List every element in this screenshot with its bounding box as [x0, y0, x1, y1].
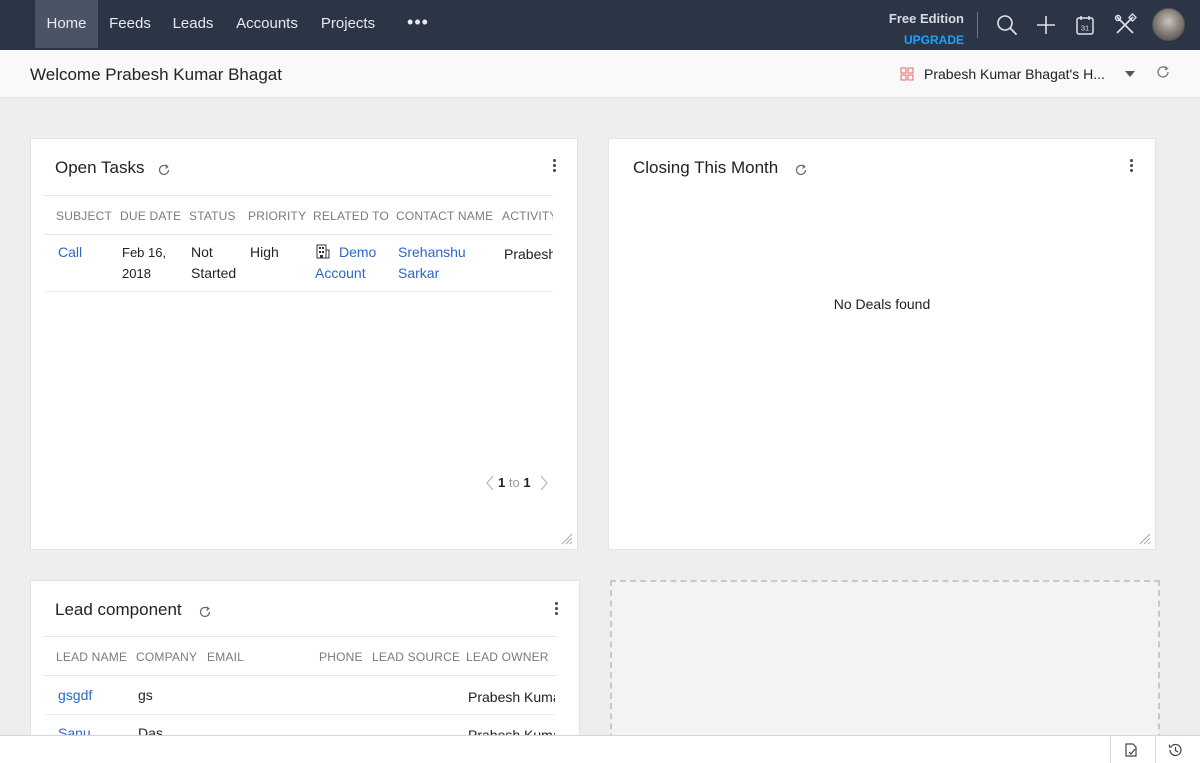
resize-handle-icon[interactable]	[561, 533, 573, 545]
user-avatar[interactable]	[1152, 8, 1185, 41]
chevron-down-icon[interactable]	[1125, 71, 1135, 77]
nav-divider	[977, 12, 978, 38]
card-title: Closing This Month	[633, 158, 779, 177]
dashboard-selector[interactable]: Prabesh Kumar Bhagat's H...	[924, 66, 1105, 82]
column-header[interactable]: ACTIVITY	[502, 209, 553, 223]
dashboard-grid-icon	[900, 67, 914, 81]
card-title: Open Tasks	[55, 158, 145, 177]
column-header[interactable]: EMAIL	[207, 650, 244, 664]
empty-state-message: No Deals found	[833, 296, 931, 312]
search-icon[interactable]	[995, 13, 1019, 37]
column-header[interactable]: DUE DATE	[120, 209, 181, 223]
welcome-bar: Welcome Prabesh Kumar Bhagat Prabesh Kum…	[0, 50, 1200, 98]
card-menu-icon[interactable]	[553, 159, 557, 175]
divider	[1155, 736, 1156, 763]
card-title: Lead component	[55, 600, 182, 619]
refresh-icon[interactable]	[157, 163, 171, 177]
task-status: Not	[191, 244, 213, 260]
closing-this-month-card: Closing This Month No Deals found	[608, 138, 1156, 550]
lead-name-link[interactable]: gsgdf	[58, 685, 92, 706]
column-header[interactable]: COMPANY	[136, 650, 197, 664]
column-header[interactable]: SUBJECT	[56, 209, 112, 223]
task-status: Started	[191, 265, 237, 281]
column-header[interactable]: RELATED TO	[313, 209, 389, 223]
column-header[interactable]: LEAD NAME	[56, 650, 127, 664]
task-due-date: Feb 16,	[122, 245, 167, 260]
column-header[interactable]: PHONE	[319, 650, 363, 664]
table-row: Call Feb 16, 2018 Not Started High Demo …	[45, 235, 553, 292]
contact-name-link[interactable]: Srehanshu	[398, 242, 466, 263]
task-due-date: 2018	[122, 266, 151, 281]
empty-component-slot[interactable]	[610, 580, 1160, 750]
column-header[interactable]: CONTACT NAME	[396, 209, 493, 223]
more-tabs-button[interactable]: •••	[404, 0, 432, 48]
page-to: 1	[523, 475, 531, 490]
history-icon[interactable]	[1167, 742, 1183, 758]
column-header[interactable]: LEAD OWNER	[466, 650, 549, 664]
edition-label: Free Edition	[888, 11, 964, 26]
column-header[interactable]: STATUS	[189, 209, 236, 223]
upgrade-link[interactable]: UPGRADE	[876, 33, 964, 47]
table-row: gsgdf gs Prabesh Kuma	[45, 677, 555, 715]
chevron-left-icon[interactable]	[485, 475, 495, 491]
table-header: LEAD NAME COMPANY EMAIL PHONE LEAD SOURC…	[45, 636, 555, 676]
column-header[interactable]: PRIORITY	[248, 209, 306, 223]
building-icon	[316, 244, 330, 259]
refresh-icon[interactable]	[1155, 64, 1171, 80]
calendar-icon[interactable]: 31	[1073, 13, 1097, 37]
column-header[interactable]: LEAD SOURCE	[372, 650, 460, 664]
contact-name-link[interactable]: Sarkar	[398, 263, 439, 284]
setup-tools-icon[interactable]	[1113, 13, 1137, 37]
svg-text:31: 31	[1081, 24, 1089, 33]
chevron-right-icon[interactable]	[539, 475, 549, 491]
task-subject-link[interactable]: Call	[58, 242, 82, 263]
refresh-icon[interactable]	[198, 605, 212, 619]
task-priority: High	[250, 244, 279, 260]
related-to-link[interactable]: Demo	[339, 242, 376, 263]
refresh-icon[interactable]	[794, 163, 808, 177]
tab-accounts[interactable]: Accounts	[228, 0, 306, 48]
related-to-link[interactable]: Account	[315, 263, 366, 284]
card-menu-icon[interactable]	[1130, 159, 1134, 175]
divider	[1110, 736, 1111, 763]
top-nav: Home Feeds Leads Accounts Projects ••• F…	[0, 0, 1200, 50]
lead-owner: Prabesh Kuma	[468, 689, 555, 705]
bottom-bar	[0, 735, 1200, 763]
plus-icon[interactable]	[1034, 13, 1058, 37]
open-tasks-card: Open Tasks SUBJECT DUE DATE STATUS PRIOR…	[30, 138, 578, 550]
tab-projects[interactable]: Projects	[312, 0, 384, 48]
resize-handle-icon[interactable]	[1139, 533, 1151, 545]
tab-leads[interactable]: Leads	[163, 0, 223, 48]
tab-feeds[interactable]: Feeds	[100, 0, 160, 48]
page-title: Welcome Prabesh Kumar Bhagat	[30, 65, 282, 84]
card-menu-icon[interactable]	[555, 602, 559, 618]
lead-company: gs	[138, 687, 153, 703]
page-sep: to	[508, 475, 520, 490]
lead-component-card: Lead component LEAD NAME COMPANY EMAIL P…	[30, 580, 580, 750]
table-header: SUBJECT DUE DATE STATUS PRIORITY RELATED…	[45, 195, 553, 235]
activity-owner: Prabesh	[504, 246, 553, 262]
pagination: 1 to 1	[498, 475, 531, 490]
notes-icon[interactable]	[1123, 742, 1139, 758]
tab-home[interactable]: Home	[35, 0, 98, 48]
page-from: 1	[498, 475, 506, 490]
